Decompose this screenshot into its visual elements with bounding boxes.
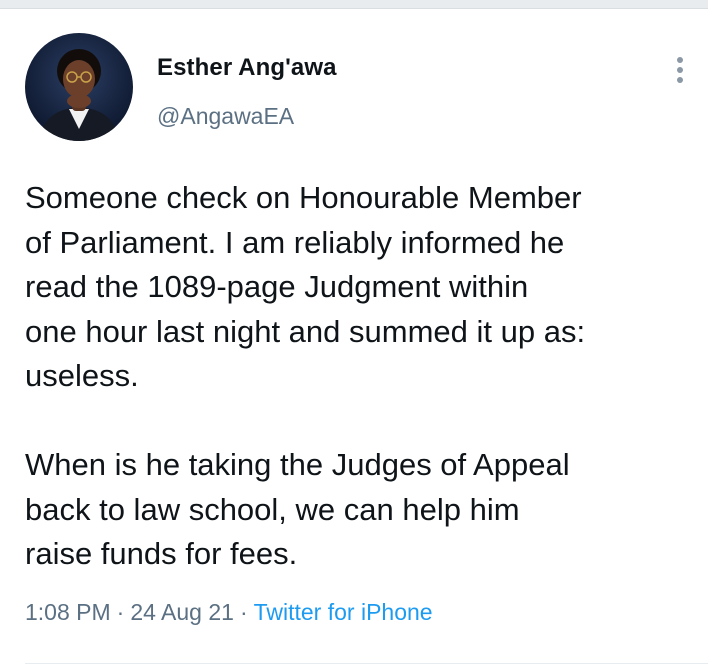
tweet-date[interactable]: 24 Aug 21 <box>130 599 234 625</box>
avatar[interactable] <box>25 33 133 141</box>
more-dot <box>677 57 683 63</box>
tweet-meta: 1:08 PM · 24 Aug 21 · Twitter for iPhone <box>25 599 433 626</box>
meta-separator: · <box>239 599 248 625</box>
more-dot <box>677 77 683 83</box>
tweet-source-link[interactable]: Twitter for iPhone <box>254 599 433 625</box>
top-divider <box>0 0 708 9</box>
tweet-text: Someone check on Honourable Member of Pa… <box>25 180 586 571</box>
more-dot <box>677 67 683 73</box>
meta-separator: · <box>116 599 125 625</box>
tweet[interactable]: Esther Ang'awa @AngawaEA Someone check o… <box>0 10 708 664</box>
more-vertical-icon[interactable] <box>668 54 692 86</box>
tweet-time[interactable]: 1:08 PM <box>25 599 111 625</box>
author-name[interactable]: Esther Ang'awa <box>157 54 337 82</box>
author-handle[interactable]: @AngawaEA <box>157 103 294 130</box>
